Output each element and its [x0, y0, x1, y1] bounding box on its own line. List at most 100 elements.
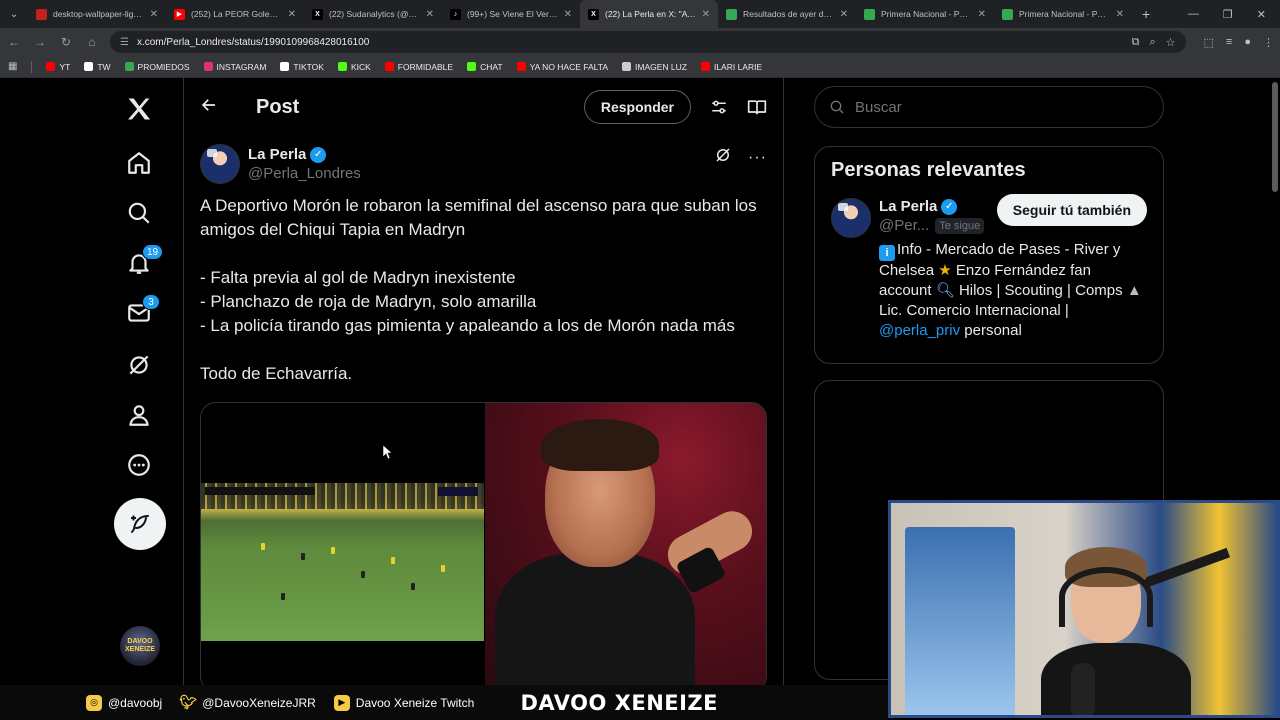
- tab-title: Resultados de ayer del Fú…: [743, 9, 834, 19]
- match-screenshot-image[interactable]: [201, 403, 484, 685]
- compose-post-button[interactable]: [114, 498, 166, 550]
- media-icon[interactable]: ≡: [1226, 36, 1232, 49]
- tab-title: Primera Nacional - POSIC…: [1019, 9, 1110, 19]
- tab-close-icon[interactable]: ✕: [978, 9, 986, 20]
- browser-tab[interactable]: X (22) La Perla en X: "A Dep… ✕: [580, 0, 718, 28]
- relevant-people-card: Personas relevantes La Perla ✓ @Per... T…: [814, 146, 1164, 364]
- reader-view-icon[interactable]: [747, 97, 767, 117]
- bookmark-item[interactable]: TIKTOK: [280, 62, 324, 72]
- bookmark-item[interactable]: CHAT: [467, 62, 503, 72]
- author-name-row[interactable]: La Perla ✓: [248, 146, 361, 163]
- forward-icon[interactable]: →: [32, 35, 48, 49]
- page-scrollbar[interactable]: [1272, 82, 1278, 192]
- zoom-icon[interactable]: ⌕: [1149, 36, 1155, 49]
- back-icon[interactable]: ←: [6, 35, 22, 49]
- bookmark-item[interactable]: ILARI LARIE: [700, 62, 762, 72]
- author-names: La Perla ✓ @Perla_Londres: [248, 146, 361, 182]
- browser-tabbar: ⌄ desktop-wallpaper-light-… ✕ ▶ (252) La PE…: [0, 0, 1280, 28]
- bookmark-favicon-icon: [700, 62, 710, 71]
- menu-icon[interactable]: ⋮: [1263, 36, 1274, 49]
- profile-icon[interactable]: ●: [1244, 36, 1251, 49]
- browser-tab[interactable]: ▶ (252) La PEOR Goleada S… ✕: [166, 0, 304, 28]
- browser-tab[interactable]: ♪ (99+) Se Viene El Verano ✕: [442, 0, 580, 28]
- follow-back-button[interactable]: Seguir tú también: [996, 194, 1147, 226]
- instagram-icon: ◎: [86, 694, 102, 711]
- bookmark-item[interactable]: FORMIDABLE: [384, 62, 453, 72]
- new-tab-icon[interactable]: +: [1132, 6, 1160, 22]
- notifications-bell-icon[interactable]: 19: [114, 238, 164, 288]
- tab-favicon-icon: [864, 8, 875, 20]
- tab-close-icon[interactable]: ✕: [1116, 9, 1124, 20]
- close-window-icon[interactable]: ✕: [1257, 8, 1266, 21]
- bookmark-item[interactable]: KICK: [337, 61, 371, 72]
- back-arrow-icon[interactable]: [200, 96, 220, 119]
- messages-badge: 3: [142, 294, 160, 310]
- bookmark-item[interactable]: PROMIEDOS: [124, 62, 190, 72]
- grok-icon[interactable]: [114, 340, 164, 390]
- search-input[interactable]: Buscar: [814, 86, 1164, 128]
- person-avatar[interactable]: [831, 198, 871, 238]
- home-icon[interactable]: ⌂: [84, 35, 100, 49]
- url-input[interactable]: ☰ x.com/Perla_Londres/status/19901099684…: [110, 31, 1186, 53]
- browser-tab[interactable]: Primera Nacional - POSIC… ✕: [856, 0, 994, 28]
- tweet-paragraph: A Deportivo Morón le robaron la semifina…: [200, 196, 757, 239]
- account-avatar-text: DAVOO XENEIZE: [125, 638, 155, 653]
- extensions-icon[interactable]: ⬚: [1204, 36, 1214, 49]
- bookmark-favicon-icon: [124, 62, 134, 71]
- bookmark-item[interactable]: INSTAGRAM: [203, 62, 266, 72]
- author-avatar[interactable]: [200, 144, 240, 184]
- bookmark-item[interactable]: TW: [84, 62, 111, 72]
- home-nav-icon[interactable]: [114, 138, 164, 188]
- person-name[interactable]: La Perla: [879, 198, 937, 215]
- minimize-icon[interactable]: —: [1188, 8, 1199, 21]
- tab-close-icon[interactable]: ✕: [288, 9, 296, 20]
- bio-mention-link[interactable]: @perla_priv: [879, 322, 960, 339]
- referee-photo-image[interactable]: [485, 403, 766, 685]
- follows-you-badge: Te sigue: [935, 217, 985, 234]
- profile-nav-icon[interactable]: [114, 390, 164, 440]
- relevant-person[interactable]: La Perla ✓ @Per... Te sigue i Info - Merc…: [815, 194, 1163, 353]
- x-logo-icon[interactable]: [114, 84, 164, 134]
- grok-explain-icon[interactable]: [714, 146, 732, 169]
- bookmark-item[interactable]: IMAGEN LUZ: [622, 62, 687, 72]
- graduation-cap-emoji-icon: ▲: [1126, 282, 1142, 299]
- browser-tab[interactable]: desktop-wallpaper-light-… ✕: [28, 0, 166, 28]
- browser-tab[interactable]: Primera Nacional - POSIC… ✕: [994, 0, 1132, 28]
- tweet-media[interactable]: [200, 402, 767, 685]
- omnibox-actions: ⧉ ⌕ ☆: [1132, 36, 1176, 49]
- bookmark-item[interactable]: YT: [46, 62, 70, 72]
- reply-button[interactable]: Responder: [583, 90, 691, 124]
- streamer: [1041, 547, 1191, 715]
- more-options-icon[interactable]: [114, 440, 164, 490]
- instagram-handle: ◎ @davoobj: [86, 694, 162, 711]
- tweet-line: - Falta previa al gol de Madryn inexiste…: [200, 268, 516, 287]
- site-info-icon[interactable]: ☰: [120, 37, 129, 48]
- bookmark-item[interactable]: YA NO HACE FALTA: [516, 62, 608, 72]
- explore-search-icon[interactable]: [114, 188, 164, 238]
- tab-close-icon[interactable]: ✕: [702, 9, 710, 20]
- tab-close-icon[interactable]: ✕: [150, 9, 158, 20]
- author-name: La Perla: [248, 146, 307, 163]
- bookmark-label: KICK: [350, 61, 371, 72]
- apps-icon[interactable]: ▦: [8, 61, 17, 72]
- maximize-icon[interactable]: ❐: [1223, 8, 1233, 21]
- tab-close-icon[interactable]: ✕: [840, 9, 848, 20]
- author-handle[interactable]: @Perla_Londres: [248, 165, 361, 182]
- person-handle[interactable]: @Per...: [879, 217, 929, 234]
- account-avatar[interactable]: DAVOO XENEIZE: [120, 626, 160, 666]
- install-icon[interactable]: ⧉: [1132, 36, 1140, 49]
- messages-envelope-icon[interactable]: 3: [114, 288, 164, 338]
- tab-close-icon[interactable]: ✕: [564, 9, 572, 20]
- notifications-badge: 19: [142, 244, 164, 260]
- reload-icon[interactable]: ↻: [58, 35, 74, 49]
- filter-sliders-icon[interactable]: [709, 97, 729, 117]
- browser-tab[interactable]: X (22) Sudanalytics (@suda… ✕: [304, 0, 442, 28]
- bookmarks-bar: ▦ YT TW PROMIEDOS INSTAGRAM TIKTOK KICK FORMID…: [0, 56, 1280, 78]
- more-dots-icon[interactable]: ···: [748, 149, 767, 167]
- bookmark-star-icon[interactable]: ☆: [1166, 36, 1176, 49]
- browser-tab[interactable]: Resultados de ayer del Fú… ✕: [718, 0, 856, 28]
- bookmark-favicon-icon: [84, 62, 94, 71]
- tab-title: Primera Nacional - POSIC…: [881, 9, 972, 19]
- tab-close-icon[interactable]: ✕: [426, 9, 434, 20]
- tab-search-icon[interactable]: ⌄: [0, 0, 28, 28]
